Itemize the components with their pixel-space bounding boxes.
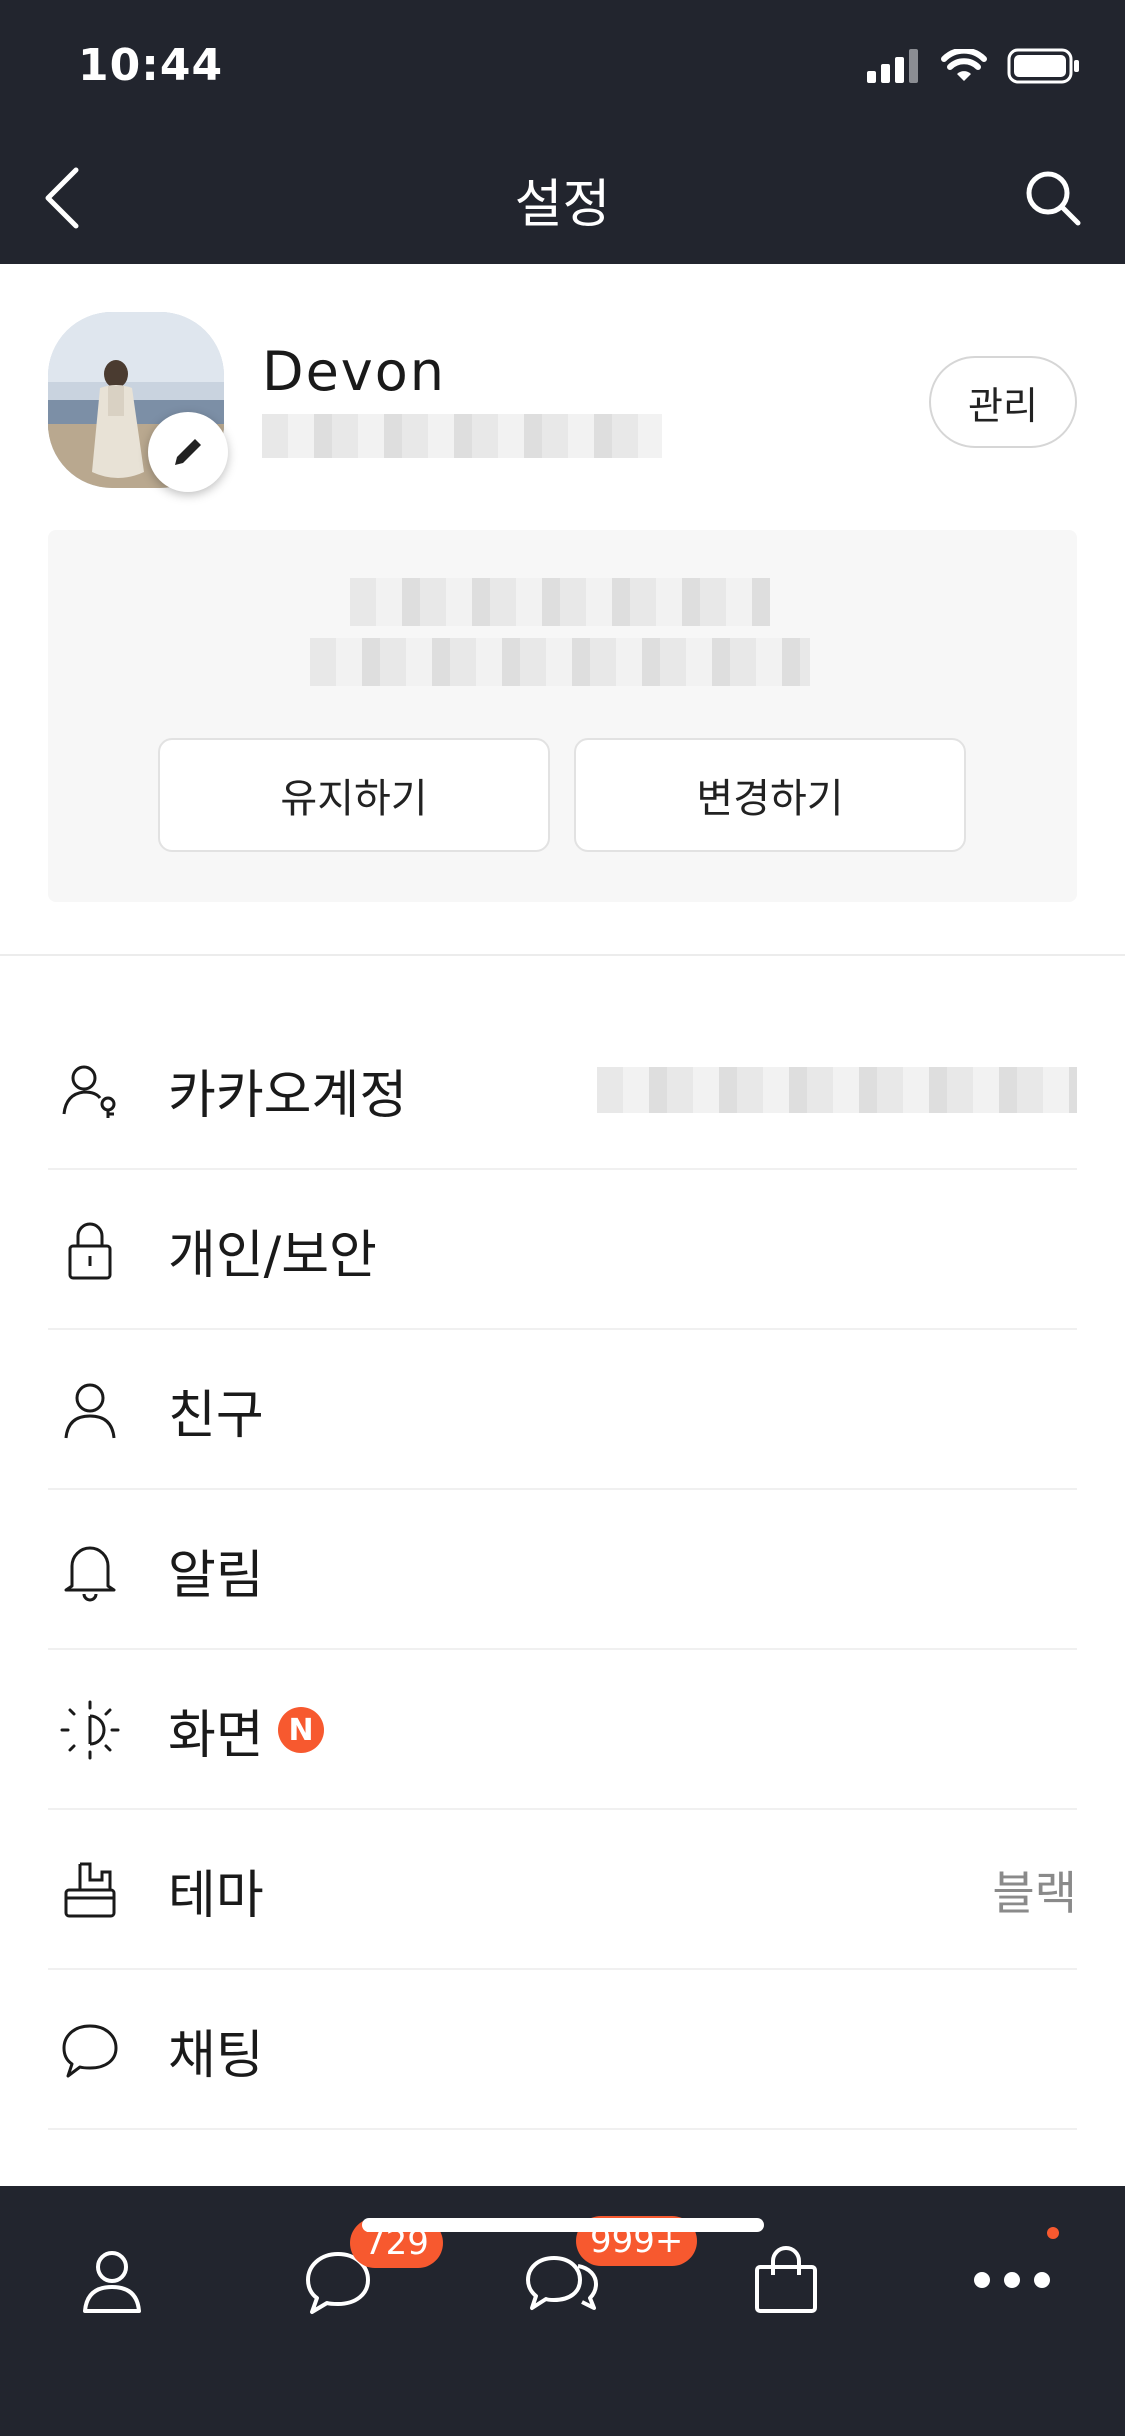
bell-icon (58, 1538, 122, 1602)
menu-item-privacy[interactable]: 개인/보안 (0, 1170, 1125, 1330)
menu-item-label: 카카오계정 (168, 1065, 408, 1126)
top-bar: 10:44 설정 (0, 0, 1125, 264)
page-title: 설정 (514, 175, 611, 235)
redacted-notice-line-2 (310, 638, 810, 686)
menu-item-label: 채팅 (168, 2025, 264, 2086)
menu-item-notifications[interactable]: 알림 (0, 1490, 1125, 1650)
menu-item-value: 블랙 (992, 1866, 1077, 1920)
change-button[interactable]: 변경하기 (574, 738, 966, 852)
keep-button[interactable]: 유지하기 (158, 738, 550, 852)
menu-item-chat[interactable]: 채팅 (0, 1970, 1125, 2130)
person-icon (58, 1378, 122, 1442)
battery-icon (1007, 48, 1079, 84)
account-key-icon (58, 1058, 122, 1122)
menu-item-label: 화면 (168, 1705, 264, 1766)
menu-item-label: 친구 (168, 1385, 264, 1446)
menu-item-label: 알림 (168, 1545, 264, 1606)
tab-friends[interactable] (62, 2230, 162, 2330)
pencil-icon (175, 436, 204, 465)
settings-menu: 카카오계정 개인/보안 친구 알림 화면 N 테마 블랙 채팅 (0, 1010, 1125, 2130)
new-dot-indicator (1047, 2227, 1059, 2239)
profile-section: Devon 관리 유지하기 변경하기 (0, 264, 1125, 954)
avatar[interactable] (48, 312, 228, 492)
menu-item-theme[interactable]: 테마 블랙 (0, 1810, 1125, 1970)
shopping-bag-icon (755, 2246, 817, 2313)
status-icons (867, 48, 1081, 84)
chat-bubble-icon (58, 2018, 122, 2082)
menu-item-label: 개인/보안 (168, 1225, 377, 1286)
search-icon[interactable] (1023, 168, 1083, 228)
status-time: 10:44 (78, 40, 224, 91)
redacted-account-email (597, 1067, 1077, 1113)
tab-shopping[interactable] (736, 2230, 836, 2330)
section-divider (0, 954, 1125, 956)
paint-brush-icon (58, 1858, 122, 1922)
profile-name: Devon (262, 340, 447, 403)
manage-button[interactable]: 관리 (929, 356, 1077, 448)
redacted-notice-line-1 (350, 578, 770, 626)
person-icon (83, 2251, 141, 2313)
cellular-signal-icon (867, 49, 918, 83)
new-badge: N (278, 1707, 324, 1753)
redacted-profile-id (262, 414, 662, 458)
menu-item-kakao-account[interactable]: 카카오계정 (0, 1010, 1125, 1170)
menu-item-display[interactable]: 화면 N (0, 1650, 1125, 1810)
lock-icon (58, 1218, 122, 1282)
brightness-icon (58, 1698, 122, 1762)
more-dots-icon (974, 2272, 1050, 2288)
edit-profile-button[interactable] (148, 412, 228, 492)
wifi-icon (941, 49, 987, 81)
tab-more[interactable] (962, 2230, 1062, 2330)
menu-item-friends[interactable]: 친구 (0, 1330, 1125, 1490)
home-indicator (362, 2218, 764, 2232)
menu-item-label: 테마 (168, 1865, 264, 1926)
